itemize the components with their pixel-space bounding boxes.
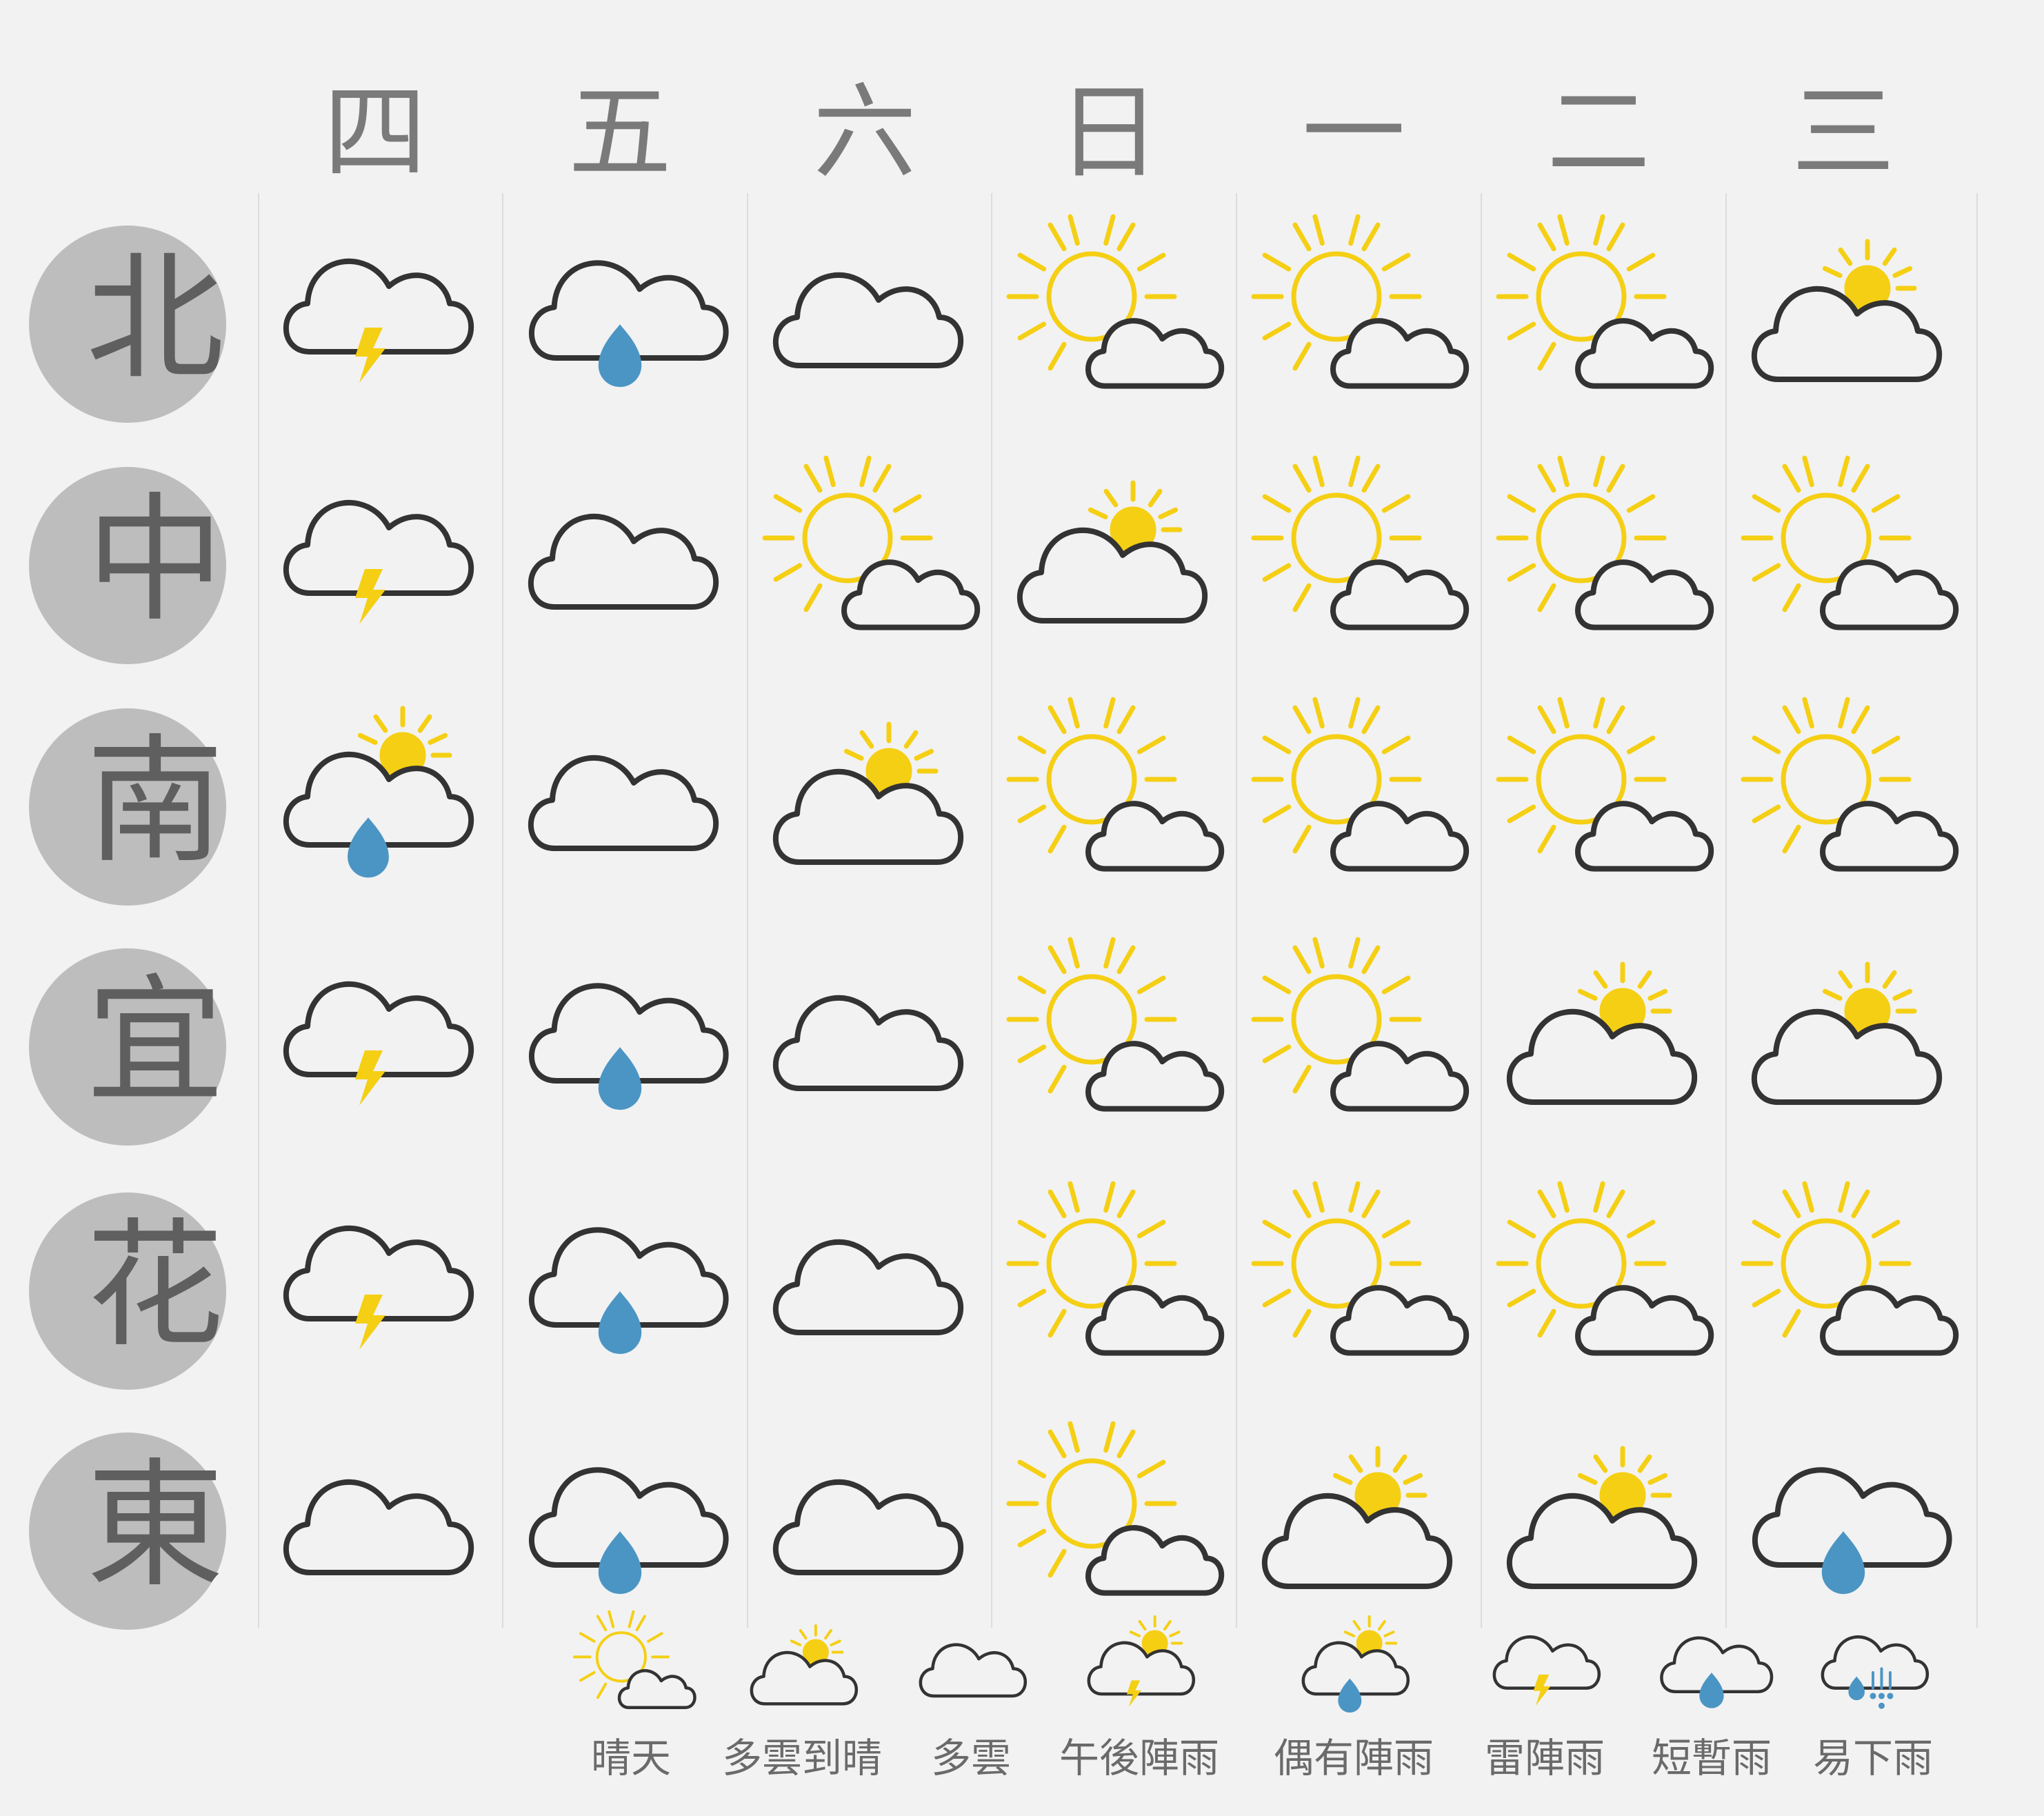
cloudy-to-sunny-icon: [761, 704, 968, 910]
legend-label: 偶有陣雨: [1273, 1735, 1434, 1782]
cloudy-icon: [272, 1428, 479, 1635]
thunderstorm-icon: [1486, 1614, 1603, 1731]
region-label: 花: [86, 1206, 224, 1366]
cloudy-icon: [761, 221, 968, 428]
sunny-icon: [1740, 697, 1959, 910]
region-badge: 東: [29, 1433, 226, 1630]
sunny-icon: [1495, 214, 1714, 428]
day-header: 二: [1546, 73, 1650, 193]
sunny-icon: [1250, 455, 1470, 669]
short-shower-icon: [517, 221, 729, 428]
sunny-icon: [1005, 214, 1225, 428]
day-header: 六: [812, 73, 916, 193]
sunny-icon: [1005, 1421, 1225, 1635]
legend-item: 雷陣雨: [1448, 1614, 1641, 1778]
sunny-icon: [1250, 697, 1470, 910]
region-label: 南: [86, 721, 224, 882]
legend-label: 晴天: [590, 1735, 671, 1782]
sunny-icon: [1495, 697, 1714, 910]
region-label: 東: [86, 1446, 224, 1606]
region-label: 北: [86, 239, 224, 399]
occasional-shower-icon: [1295, 1614, 1412, 1731]
region-label: 宜: [86, 961, 224, 1122]
sunny-icon: [1495, 1181, 1714, 1395]
thunderstorm-icon: [272, 462, 479, 669]
cloudy-icon: [517, 704, 723, 910]
cloudy-to-sunny-icon: [1740, 221, 1947, 428]
legend-label: 多雲: [930, 1735, 1011, 1782]
cloudy-icon: [912, 1614, 1030, 1731]
day-header: 五: [568, 73, 672, 193]
thunderstorm-icon: [272, 221, 479, 428]
sunny-icon: [761, 455, 981, 669]
cloudy-to-sunny-icon: [1495, 944, 1702, 1150]
cloudy-icon: [517, 462, 723, 669]
sunny-icon: [1005, 1181, 1225, 1395]
short-shower-icon: [517, 1188, 729, 1395]
column-divider: [747, 193, 748, 1628]
cloudy-icon: [761, 1428, 968, 1635]
short-shower-icon: [1740, 1428, 1952, 1635]
cloudy-to-sunny-icon: [1495, 1428, 1702, 1635]
sunny-icon: [1005, 697, 1225, 910]
legend-label: 易下雨: [1812, 1735, 1933, 1782]
cloudy-to-sunny-icon: [1005, 462, 1212, 669]
legend-label: 多雲到晴: [721, 1735, 882, 1782]
column-divider: [258, 193, 259, 1628]
sunny-icon: [1740, 455, 1959, 669]
column-divider: [1725, 193, 1727, 1628]
region-label: 中: [86, 480, 224, 641]
sunny-icon: [1250, 937, 1470, 1150]
column-divider: [1976, 193, 1978, 1628]
sunny-icon: [1005, 937, 1225, 1150]
region-badge: 花: [29, 1193, 226, 1390]
column-divider: [991, 193, 992, 1628]
legend-item: 多雲到晴: [705, 1614, 899, 1778]
legend-label: 午後陣雨: [1059, 1735, 1219, 1782]
region-badge: 宜: [29, 948, 226, 1146]
day-header: 一: [1301, 73, 1405, 193]
short-shower-icon: [517, 944, 729, 1150]
short-shower-icon: [1653, 1614, 1774, 1731]
column-divider: [1236, 193, 1237, 1628]
cloudy-icon: [761, 944, 968, 1150]
sunny-icon: [1250, 214, 1470, 428]
legend-item: 多雲: [874, 1614, 1068, 1778]
column-divider: [502, 193, 503, 1628]
cloudy-icon: [761, 1188, 968, 1395]
sunny-icon: [1250, 1181, 1470, 1395]
sunny-icon: [1495, 455, 1714, 669]
rain-likely-icon: [1814, 1614, 1932, 1731]
cloudy-to-sunny-icon: [1740, 944, 1947, 1150]
column-divider: [1481, 193, 1482, 1628]
region-badge: 中: [29, 467, 226, 664]
afternoon-thunderstorm-icon: [1081, 1614, 1198, 1731]
sunny-icon: [572, 1610, 697, 1731]
legend-item: 午後陣雨: [1043, 1614, 1236, 1778]
short-shower-icon: [517, 1428, 729, 1635]
legend-label: 雷陣雨: [1484, 1735, 1605, 1782]
day-header: 三: [1791, 73, 1895, 193]
sunny-icon: [1740, 1181, 1959, 1395]
day-header: 日: [1056, 73, 1161, 193]
thunderstorm-icon: [272, 1188, 479, 1395]
legend-item: 易下雨: [1776, 1614, 1970, 1778]
cloudy-to-sunny-icon: [743, 1614, 861, 1731]
occasional-shower-icon: [272, 704, 479, 910]
region-badge: 南: [29, 708, 226, 906]
day-header: 四: [323, 73, 427, 193]
cloudy-to-sunny-icon: [1250, 1428, 1457, 1635]
legend-item: 晴天: [534, 1610, 728, 1782]
thunderstorm-icon: [272, 944, 479, 1150]
legend-item: 偶有陣雨: [1257, 1614, 1450, 1778]
region-badge: 北: [29, 226, 226, 423]
